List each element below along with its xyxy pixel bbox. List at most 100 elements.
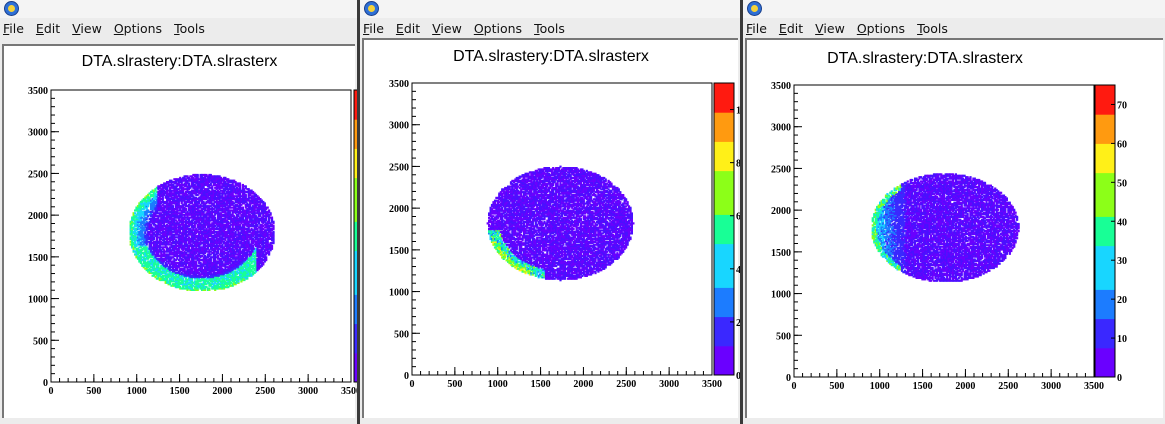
color-scale-segment	[714, 316, 734, 332]
x-tick-label: 0	[410, 379, 415, 390]
z-tick-label: 0	[1117, 373, 1122, 384]
x-tick-label: 500	[86, 386, 101, 397]
x-tick-label: 3000	[659, 379, 679, 390]
color-scale-segment	[714, 258, 734, 274]
z-tick-label: 70	[1117, 100, 1127, 111]
menu-options[interactable]: Options	[114, 21, 162, 36]
z-tick-label: 40	[1117, 217, 1127, 228]
y-tick-label: 3000	[389, 121, 409, 132]
menu-edit[interactable]: Edit	[36, 21, 60, 36]
color-scale-segment	[714, 199, 734, 215]
y-tick-label: 3500	[389, 79, 409, 90]
z-tick-label: 30	[1117, 256, 1127, 267]
x-tick-label: 3000	[298, 386, 318, 397]
color-scale-segment	[714, 331, 734, 347]
heatmap-cells	[871, 173, 1020, 282]
z-tick-label: 20	[1117, 295, 1127, 306]
menu-view[interactable]: View	[72, 21, 102, 36]
y-tick-label: 2000	[389, 204, 409, 215]
color-scale-segment	[714, 83, 734, 99]
color-scale-segment	[1095, 318, 1115, 334]
y-tick-label: 0	[43, 378, 48, 389]
x-tick-label: 0	[49, 386, 54, 397]
color-scale-segment	[714, 272, 734, 288]
color-scale-segment	[1095, 187, 1115, 203]
menu-edit[interactable]: Edit	[779, 21, 803, 36]
x-tick-label: 0	[792, 381, 797, 392]
color-scale-segment	[1095, 128, 1115, 144]
x-tick-label: 3500	[341, 386, 357, 397]
y-tick-label: 2500	[771, 164, 791, 175]
color-scale-segment	[1095, 172, 1115, 188]
menu-view[interactable]: View	[432, 21, 462, 36]
histogram-2d[interactable]: 0 500 1000 1500 2000 2500 3000 3500050010001500…	[364, 40, 740, 418]
y-tick-label: 0	[786, 373, 791, 384]
root-canvas-window-2: File Edit View Options Tools DTA.slraste…	[360, 0, 740, 424]
color-scale-segment	[1095, 143, 1115, 159]
color-scale-segment	[1095, 114, 1115, 130]
heatmap-cells	[129, 173, 275, 291]
x-tick-label: 2000	[955, 381, 975, 392]
plot-canvas[interactable]: DTA.slrastery:DTA.slrasterx 0 500 1000 1500…	[2, 44, 357, 420]
root-app-icon	[747, 1, 762, 16]
x-tick-label: 3500	[702, 379, 722, 390]
menu-options[interactable]: Options	[474, 21, 522, 36]
color-scale-segment	[714, 345, 734, 361]
x-tick-label: 500	[829, 381, 844, 392]
color-scale-bar	[713, 82, 735, 376]
color-scale-segment	[1095, 347, 1115, 363]
x-tick-label: 2000	[573, 379, 593, 390]
y-tick-label: 2000	[28, 211, 48, 222]
y-tick-label: 1500	[771, 248, 791, 259]
menu-tools[interactable]: Tools	[534, 21, 565, 36]
y-tick-label: 500	[776, 331, 791, 342]
color-scale-segment	[714, 229, 734, 245]
color-scale-segment	[1095, 99, 1115, 115]
menu-file[interactable]: File	[746, 21, 767, 36]
color-scale-segment	[714, 170, 734, 186]
color-scale-segment	[714, 185, 734, 201]
x-tick-label: 1000	[127, 386, 147, 397]
x-tick-label: 1500	[913, 381, 933, 392]
x-tick-label: 1000	[488, 379, 508, 390]
menubar: File Edit View Options Tools	[743, 18, 1165, 38]
color-scale-segment	[1095, 245, 1115, 261]
color-scale-segment	[714, 97, 734, 113]
color-scale-segment	[1095, 85, 1115, 101]
color-scale-segment	[714, 141, 734, 157]
titlebar	[743, 0, 1165, 18]
y-tick-label: 3500	[771, 81, 791, 92]
titlebar	[0, 0, 357, 18]
color-scale-segment	[714, 360, 734, 376]
menu-file[interactable]: File	[3, 21, 24, 36]
y-tick-label: 1000	[28, 295, 48, 306]
histogram-2d[interactable]: 0 500 1000 1500 2000 2500 3000 3500050010001500…	[4, 46, 357, 420]
plot-canvas[interactable]: DTA.slrastery:DTA.slrasterx 0 500 1000 1500…	[745, 38, 1163, 418]
color-scale-segment	[714, 302, 734, 318]
z-tick-label: 10	[1117, 334, 1127, 345]
color-scale-segment	[1095, 362, 1115, 378]
histogram-2d[interactable]: 0 500 1000 1500 2000 2500 3000 3500050010001500…	[747, 40, 1165, 418]
root-canvas-window-3: File Edit View Options Tools DTA.slraste…	[743, 0, 1165, 424]
root-app-icon	[4, 1, 19, 16]
x-tick-label: 3500	[1084, 381, 1104, 392]
color-scale-segment	[1095, 231, 1115, 247]
y-tick-label: 2000	[771, 206, 791, 217]
x-tick-label: 1500	[170, 386, 190, 397]
y-tick-label: 500	[394, 329, 409, 340]
y-tick-label: 0	[404, 371, 409, 382]
menu-tools[interactable]: Tools	[174, 21, 205, 36]
plot-canvas[interactable]: DTA.slrastery:DTA.slrasterx 0 500 1000 1500…	[362, 38, 740, 418]
color-scale-segment	[714, 287, 734, 303]
menu-edit[interactable]: Edit	[396, 21, 420, 36]
menu-view[interactable]: View	[815, 21, 845, 36]
color-scale-segment	[1095, 274, 1115, 290]
y-tick-label: 1500	[28, 253, 48, 264]
y-tick-label: 1500	[389, 246, 409, 257]
menu-options[interactable]: Options	[857, 21, 905, 36]
y-tick-label: 2500	[389, 162, 409, 173]
menubar: File Edit View Options Tools	[0, 18, 357, 38]
color-scale-segment	[714, 214, 734, 230]
menu-tools[interactable]: Tools	[917, 21, 948, 36]
menu-file[interactable]: File	[363, 21, 384, 36]
